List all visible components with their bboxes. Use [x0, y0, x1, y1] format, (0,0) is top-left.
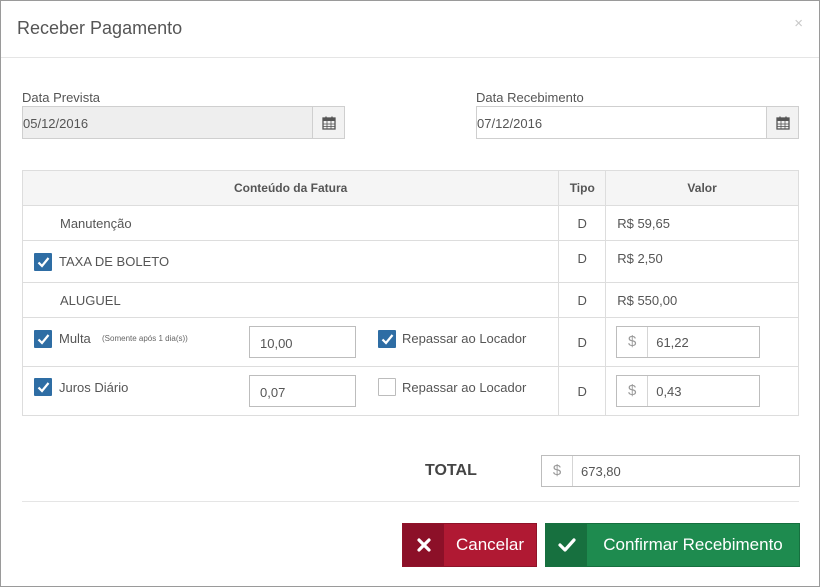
check-icon: [37, 334, 50, 345]
row-valor: R$ 59,65: [605, 205, 799, 241]
data-recebimento-input[interactable]: 07/12/2016: [476, 106, 767, 139]
total-input[interactable]: $ 673,80: [541, 455, 800, 487]
data-prevista-label: Data Prevista: [22, 90, 101, 105]
header-tipo: Tipo: [558, 170, 607, 206]
row-valor: R$ 550,00: [605, 282, 799, 318]
dollar-icon: $: [542, 456, 573, 486]
row-valor: R$ 2,50: [605, 240, 799, 283]
table-row: ALUGUEL D R$ 550,00: [21, 282, 799, 318]
modal-dialog: Receber Pagamento × Data Prevista 05/12/…: [0, 0, 820, 587]
cancel-button[interactable]: Cancelar: [402, 523, 537, 567]
juros-input[interactable]: 0,07: [249, 375, 356, 407]
calendar-icon[interactable]: [312, 106, 345, 139]
total-label: TOTAL: [425, 462, 477, 479]
footer-divider: [22, 501, 799, 502]
confirm-button[interactable]: Confirmar Recebimento: [545, 523, 800, 567]
total-value: 673,80: [581, 464, 621, 479]
juros-repassar-checkbox[interactable]: [378, 378, 396, 396]
fatura-table: Conteúdo da Fatura Tipo Valor Manutenção…: [21, 170, 799, 416]
cancel-label: Cancelar: [455, 535, 525, 554]
header-conteudo: Conteúdo da Fatura: [21, 170, 560, 206]
multa-valor: 61,22: [656, 335, 689, 350]
row-label: Multa: [59, 331, 91, 346]
table-row: TAXA DE BOLETO D R$ 2,50: [21, 240, 799, 283]
check-icon: [546, 524, 587, 566]
row-label: ALUGUEL: [21, 282, 560, 318]
data-recebimento-value: 07/12/2016: [477, 116, 543, 131]
row-tipo: D: [558, 282, 607, 318]
juros-checkbox[interactable]: [34, 378, 52, 396]
calendar-icon[interactable]: [766, 106, 799, 139]
row-valor-cell: $ 61,22: [605, 317, 799, 367]
row-tipo: D: [558, 240, 607, 283]
multa-valor-input[interactable]: $ 61,22: [616, 326, 761, 358]
multa-checkbox[interactable]: [34, 330, 52, 348]
dollar-icon: $: [617, 376, 649, 406]
row-cell: Multa (Somente após 1 dia(s)) 10,00 Repa…: [21, 317, 560, 367]
data-prevista-value: 05/12/2016: [23, 116, 89, 131]
juros-valor: 0,43: [656, 384, 682, 399]
header-valor: Valor: [605, 170, 799, 206]
juros-repassar-label: Repassar ao Locador: [402, 380, 527, 395]
row-cell: TAXA DE BOLETO: [21, 240, 560, 283]
confirm-label: Confirmar Recebimento: [603, 535, 783, 554]
modal-title: Receber Pagamento: [17, 18, 183, 38]
row-label: Manutenção: [21, 205, 560, 241]
row-valor-cell: $ 0,43: [605, 366, 799, 416]
modal-header: Receber Pagamento ×: [1, 1, 819, 58]
close-icon: [403, 524, 444, 566]
table-row: Juros Diário 0,07 Repassar ao Locador D …: [21, 366, 799, 416]
check-icon: [37, 382, 50, 393]
dollar-icon: $: [617, 327, 649, 357]
multa-note: (Somente após 1 dia(s)): [102, 334, 188, 343]
check-icon: [381, 334, 394, 345]
close-icon[interactable]: ×: [794, 15, 803, 32]
check-icon: [37, 257, 50, 268]
juros-valor-input[interactable]: $ 0,43: [616, 375, 761, 407]
table-row: Multa (Somente após 1 dia(s)) 10,00 Repa…: [21, 317, 799, 367]
multa-repassar-checkbox[interactable]: [378, 330, 396, 348]
row-tipo: D: [558, 366, 607, 416]
row-tipo: D: [558, 317, 607, 367]
row-label: Juros Diário: [59, 380, 129, 395]
multa-repassar-label: Repassar ao Locador: [402, 331, 527, 346]
row-tipo: D: [558, 205, 607, 241]
data-prevista-input: 05/12/2016: [22, 106, 313, 139]
table-row: Manutenção D R$ 59,65: [21, 205, 799, 241]
multa-input[interactable]: 10,00: [249, 326, 356, 358]
taxa-boleto-checkbox[interactable]: [34, 253, 52, 271]
row-label: TAXA DE BOLETO: [59, 254, 170, 269]
data-recebimento-label: Data Recebimento: [476, 90, 584, 105]
row-cell: Juros Diário 0,07 Repassar ao Locador: [21, 366, 560, 416]
